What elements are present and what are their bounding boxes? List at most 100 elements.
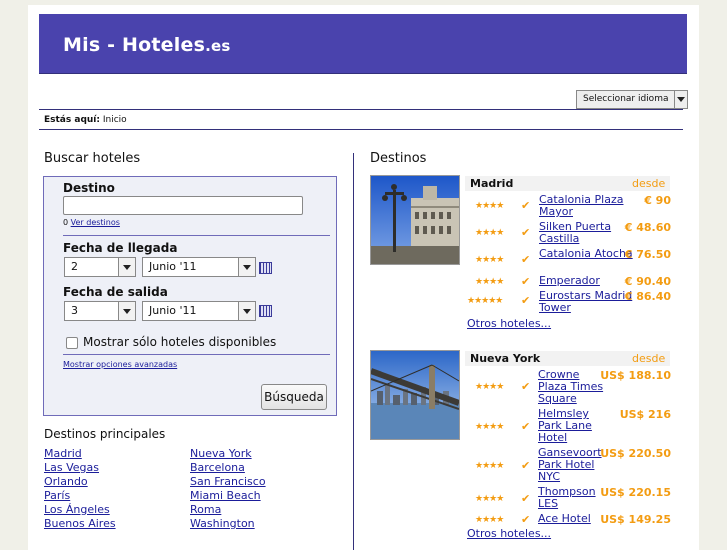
logo-tld: .es: [205, 37, 231, 55]
check-icon: ✔: [521, 459, 531, 472]
check-icon: ✔: [521, 420, 531, 433]
hotel-name-link[interactable]: Gansevoort Park Hotel NYC: [538, 447, 606, 483]
header-banner: Mis - Hoteles.es: [39, 14, 687, 74]
chevron-down-icon[interactable]: [238, 258, 255, 276]
chevron-down-icon[interactable]: [118, 258, 135, 276]
departure-label: Fecha de salida: [63, 285, 168, 299]
departure-day-value: 3: [71, 304, 78, 317]
check-icon: ✔: [521, 492, 531, 505]
star-rating-icon: ★★★★: [475, 461, 504, 471]
hotel-price: US$ 188.10: [600, 369, 671, 382]
destination-link[interactable]: Nueva York: [190, 447, 266, 461]
search-title: Buscar hoteles: [44, 151, 141, 166]
hotel-price: € 76.50: [624, 248, 671, 261]
chevron-down-icon[interactable]: [674, 91, 687, 108]
language-select-label: Seleccionar idioma: [583, 94, 669, 104]
hotel-name-link[interactable]: Crowne Plaza Times Square: [538, 369, 610, 405]
destino-input[interactable]: [63, 196, 303, 215]
nueva-york-desde: desde: [632, 352, 666, 365]
only-available-label: Mostrar sólo hoteles disponibles: [83, 335, 277, 349]
check-icon: ✔: [521, 380, 531, 393]
star-rating-icon: ★★★★: [475, 422, 504, 432]
calendar-icon[interactable]: [259, 305, 272, 317]
nueva-york-name: Nueva York: [470, 352, 541, 365]
destinos-count: 0: [63, 218, 69, 227]
arrival-label: Fecha de llegada: [63, 241, 178, 255]
star-rating-icon: ★★★★: [475, 228, 504, 238]
hotel-name-link[interactable]: Ace Hotel: [538, 513, 600, 525]
nueva-york-otros-link[interactable]: Otros hoteles...: [467, 527, 551, 540]
only-available-checkbox[interactable]: [66, 337, 78, 349]
destination-link[interactable]: Buenos Aires: [44, 517, 116, 531]
madrid-otros-link[interactable]: Otros hoteles...: [467, 317, 551, 330]
destinos-title: Destinos: [370, 151, 427, 166]
hotel-price: US$ 220.50: [600, 447, 671, 460]
departure-day-select[interactable]: 3: [64, 301, 136, 321]
principales-col2: Nueva York Barcelona San Francisco Miami…: [190, 447, 266, 531]
destination-link[interactable]: Las Vegas: [44, 461, 116, 475]
hotel-name-link[interactable]: Catalonia Atocha: [539, 248, 633, 260]
check-icon: ✔: [521, 513, 531, 526]
check-icon: ✔: [521, 226, 531, 239]
hotel-price: US$ 216: [619, 408, 671, 421]
calendar-icon[interactable]: [259, 262, 272, 274]
madrid-photo[interactable]: [370, 175, 460, 265]
nueva-york-photo[interactable]: [370, 350, 460, 440]
arrival-day-value: 2: [71, 260, 78, 273]
hotel-price: € 86.40: [624, 290, 671, 303]
destino-label: Destino: [63, 181, 115, 195]
arrival-day-select[interactable]: 2: [64, 257, 136, 277]
hotel-name-link[interactable]: Emperador: [539, 275, 633, 287]
search-button[interactable]: Búsqueda: [261, 384, 327, 410]
breadcrumb: Estás aquí: Inicio: [44, 115, 127, 125]
departure-month-select[interactable]: Junio '11: [142, 301, 256, 321]
destination-link[interactable]: Los Ángeles: [44, 503, 116, 517]
star-rating-icon: ★★★★★: [467, 296, 503, 306]
check-icon: ✔: [521, 275, 531, 288]
hotel-name-link[interactable]: Thompson LES: [538, 486, 600, 510]
language-select[interactable]: Seleccionar idioma: [576, 90, 689, 109]
page: Mis - Hoteles.es Seleccionar idioma Está…: [28, 5, 699, 550]
destination-link[interactable]: Washington: [190, 517, 266, 531]
hotel-price: US$ 220.15: [600, 486, 671, 499]
destination-link[interactable]: Barcelona: [190, 461, 266, 475]
destination-link[interactable]: San Francisco: [190, 475, 266, 489]
ver-destinos-link[interactable]: Ver destinos: [71, 218, 120, 227]
hotel-price: € 90: [644, 194, 671, 207]
breadcrumb-current: Inicio: [102, 115, 127, 125]
check-icon: ✔: [521, 253, 531, 266]
star-rating-icon: ★★★★: [475, 277, 504, 287]
destination-link[interactable]: Orlando: [44, 475, 116, 489]
destination-link[interactable]: París: [44, 489, 116, 503]
star-rating-icon: ★★★★: [475, 494, 504, 504]
star-rating-icon: ★★★★: [475, 201, 504, 211]
divider: [39, 109, 683, 110]
destination-link[interactable]: Miami Beach: [190, 489, 266, 503]
site-logo[interactable]: Mis - Hoteles.es: [63, 34, 230, 56]
hotel-name-link[interactable]: Helmsley Park Lane Hotel: [538, 408, 598, 444]
hotel-price: € 48.60: [624, 221, 671, 234]
hotel-name-link[interactable]: Silken Puerta Castilla: [539, 221, 633, 245]
destination-link[interactable]: Roma: [190, 503, 266, 517]
logo-main: Mis - Hoteles: [63, 34, 206, 56]
hotel-name-link[interactable]: Catalonia Plaza Mayor: [539, 194, 633, 218]
chevron-down-icon[interactable]: [238, 302, 255, 320]
star-rating-icon: ★★★★: [475, 382, 504, 392]
madrid-desde: desde: [632, 177, 666, 190]
arrival-month-value: Junio '11: [149, 260, 197, 273]
principales-title: Destinos principales: [44, 427, 166, 441]
principales-col1: Madrid Las Vegas Orlando París Los Ángel…: [44, 447, 116, 531]
divider: [63, 235, 330, 236]
star-rating-icon: ★★★★: [475, 255, 504, 265]
arrival-month-select[interactable]: Junio '11: [142, 257, 256, 277]
destination-link[interactable]: Madrid: [44, 447, 116, 461]
divider: [63, 354, 330, 355]
hotel-price: € 90.40: [624, 275, 671, 288]
check-icon: ✔: [521, 199, 531, 212]
hotel-name-link[interactable]: Eurostars Madrid Tower: [539, 290, 633, 314]
madrid-name: Madrid: [470, 177, 514, 190]
chevron-down-icon[interactable]: [118, 302, 135, 320]
search-form: Destino 0 Ver destinos Fecha de llegada …: [43, 176, 337, 416]
hotel-price: US$ 149.25: [600, 513, 671, 526]
advanced-options-link[interactable]: Mostrar opciones avanzadas: [63, 360, 177, 369]
